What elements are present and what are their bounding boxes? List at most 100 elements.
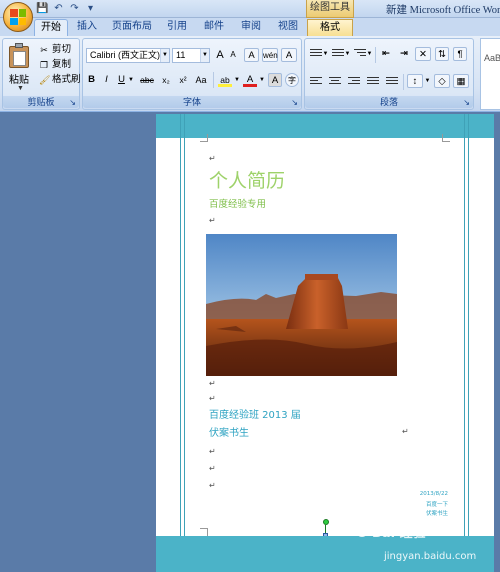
italic-button[interactable]: I (101, 73, 112, 87)
tab-view[interactable]: 视图 (271, 19, 305, 36)
watermark-brand: Bai 经验 (372, 526, 426, 541)
paragraph-mark: ↵ (209, 216, 216, 225)
chevron-down-icon[interactable]: ▼ (127, 73, 135, 87)
paste-button[interactable]: 粘贴 (9, 71, 29, 86)
paragraph-mark: ↵ (209, 447, 216, 456)
paragraph-mark: ↵ (209, 154, 216, 163)
resume-title[interactable]: 个人简历 (209, 166, 285, 193)
align-right-icon[interactable] (348, 77, 360, 87)
align-center-icon[interactable] (329, 77, 341, 87)
clipboard-launcher-icon[interactable]: ↘ (69, 98, 76, 107)
paste-icon[interactable] (9, 43, 31, 69)
chevron-down-icon[interactable]: ▼ (424, 74, 431, 88)
landscape-photo[interactable] (206, 234, 397, 376)
watermark-url: jingyan.baidu.com (384, 551, 477, 562)
numbering-icon[interactable] (332, 49, 344, 59)
align-left-icon[interactable] (310, 77, 322, 87)
line-spacing-icon[interactable]: ↕ (407, 74, 423, 88)
chevron-down-icon[interactable]: ▼ (233, 73, 241, 87)
sort-icon[interactable]: ⇅ (435, 47, 449, 61)
baidu-paw-icon (354, 522, 371, 537)
tab-format[interactable]: 格式 (307, 19, 353, 36)
chevron-down-icon[interactable]: ▼ (322, 47, 329, 61)
tab-mailings[interactable]: 邮件 (197, 19, 231, 36)
rotate-handle[interactable] (323, 519, 329, 525)
chevron-down-icon[interactable]: ▼ (160, 49, 169, 62)
phonetic-guide-button[interactable]: wén (262, 48, 278, 62)
underline-button[interactable]: U (116, 73, 127, 87)
copy-button[interactable]: ❐ 复制 (39, 58, 71, 71)
tab-home[interactable]: 开始 (34, 19, 68, 36)
author-name-text[interactable]: 伏案书生 (209, 424, 249, 439)
window-title: 新建 Microsoft Office Word (386, 5, 500, 16)
subscript-button[interactable]: x₂ (159, 73, 173, 87)
ribbon: 粘贴 ▼ ✂ 剪切 ❐ 复制 🖌 格式刷 剪贴板 ↘ Calibri (西文正文) ▼ … (0, 36, 500, 112)
redo-icon[interactable]: ↷ (68, 2, 81, 15)
superscript-button[interactable]: x² (176, 73, 190, 87)
margin-corner (442, 134, 450, 142)
shrink-font-button[interactable]: A (227, 48, 239, 62)
paragraph-mark: ↵ (209, 481, 216, 490)
grow-font-button[interactable]: A (213, 48, 227, 62)
paragraph-mark: ↵ (402, 427, 409, 436)
distributed-icon[interactable] (386, 77, 398, 87)
strikethrough-button[interactable]: abc (138, 73, 156, 87)
customize-qat-icon[interactable]: ▾ (84, 2, 97, 15)
highlight-button[interactable]: ab (218, 73, 232, 87)
title-bar: 💾 ↶ ↷ ▾ 绘图工具 新建 Microsoft Office Word (0, 0, 500, 18)
bold-button[interactable]: B (86, 73, 97, 87)
borders-icon[interactable]: ▦ (453, 74, 469, 88)
chevron-down-icon[interactable]: ▼ (344, 47, 351, 61)
cut-button[interactable]: ✂ 剪切 (39, 43, 71, 56)
document-area[interactable]: ↵ 个人简历 百度经验专用 ↵ ↵ ↵ 百度经验班 2013 届 伏案书生 ↵ … (0, 112, 500, 572)
tab-page-layout[interactable]: 页面布局 (108, 19, 156, 36)
font-launcher-icon[interactable]: ↘ (291, 98, 298, 107)
footer-note-name: 伏案书生 (425, 511, 448, 517)
chevron-down-icon[interactable]: ▼ (258, 73, 266, 87)
tab-review[interactable]: 审阅 (234, 19, 268, 36)
paragraph-mark: ↵ (209, 464, 216, 473)
border-line-right-inner (464, 114, 465, 572)
bullets-icon[interactable] (310, 49, 322, 59)
copy-label: 复制 (52, 59, 72, 70)
decrease-indent-icon[interactable]: ⇤ (379, 47, 393, 61)
paragraph-launcher-icon[interactable]: ↘ (463, 98, 470, 107)
margin-corner (200, 134, 208, 142)
brush-icon: 🖌 (39, 74, 51, 85)
tab-references[interactable]: 引用 (160, 19, 194, 36)
chinese-layout-icon[interactable]: ✕ (415, 47, 431, 61)
border-line-left (180, 114, 181, 572)
tab-insert[interactable]: 插入 (70, 19, 104, 36)
show-marks-icon[interactable]: ¶ (453, 47, 467, 61)
quick-styles-gallery[interactable]: AaBb (480, 38, 500, 110)
document-page[interactable]: ↵ 个人简历 百度经验专用 ↵ ↵ ↵ 百度经验班 2013 届 伏案书生 ↵ … (156, 114, 494, 572)
clipboard-group: 粘贴 ▼ ✂ 剪切 ❐ 复制 🖌 格式刷 剪贴板 ↘ (2, 38, 81, 110)
chevron-down-icon[interactable]: ▼ (200, 49, 209, 62)
change-case-button[interactable]: Aa (193, 73, 209, 87)
multilevel-list-icon[interactable] (354, 49, 366, 59)
copy-icon: ❐ (39, 59, 49, 70)
shading-icon[interactable]: ◇ (434, 74, 450, 88)
border-line-left-inner (184, 114, 185, 572)
increase-indent-icon[interactable]: ⇥ (397, 47, 411, 61)
clear-formatting-button[interactable]: A (244, 48, 259, 62)
resume-subtitle[interactable]: 百度经验专用 (209, 196, 266, 210)
justify-icon[interactable] (367, 77, 379, 87)
font-name-combo[interactable]: Calibri (西文正文) ▼ (86, 48, 170, 63)
font-size-combo[interactable]: 11 ▼ (172, 48, 210, 63)
character-border-button[interactable]: A (281, 48, 297, 62)
font-color-button[interactable]: A (243, 73, 257, 87)
character-shading-button[interactable]: A (268, 73, 282, 87)
format-painter-button[interactable]: 🖌 格式刷 (39, 73, 81, 86)
save-icon[interactable]: 💾 (36, 2, 49, 15)
paste-dropdown-icon[interactable]: ▼ (17, 85, 24, 92)
undo-icon[interactable]: ↶ (52, 2, 65, 15)
chevron-down-icon[interactable]: ▼ (366, 47, 373, 61)
class-year-text[interactable]: 百度经验班 2013 届 (209, 406, 301, 421)
quick-access-toolbar: 💾 ↶ ↷ ▾ (36, 2, 97, 15)
font-size-value: 11 (176, 50, 186, 60)
office-button[interactable] (3, 2, 33, 32)
paragraph-mark: ↵ (209, 379, 216, 388)
office-logo-icon (10, 9, 26, 25)
enclose-characters-button[interactable]: 字 (285, 73, 299, 87)
